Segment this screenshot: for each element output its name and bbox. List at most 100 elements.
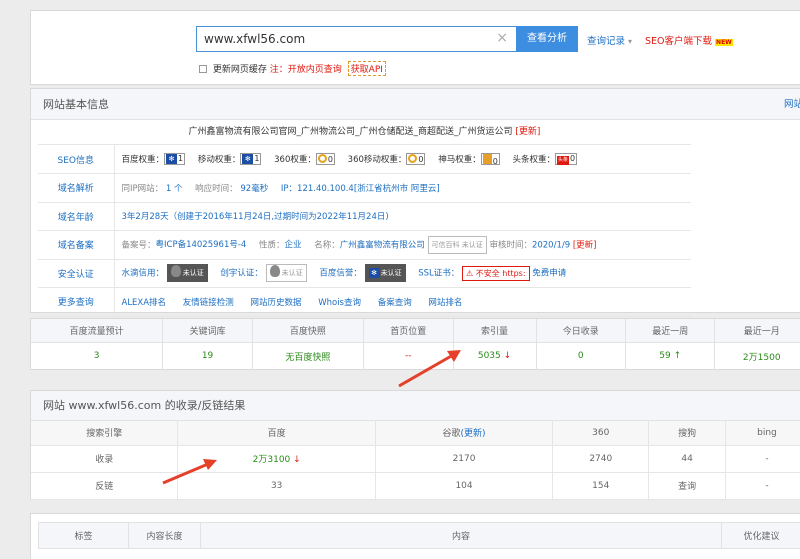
security-content: 水滴信用： 未认证 创宇认证： 未认证 百度信誉： ✻ 未认证 SSL证书： ⚠ … — [114, 259, 691, 288]
engine-header: 搜索引擎 — [31, 421, 179, 446]
whois-link[interactable]: Whois查询 — [318, 298, 361, 308]
360-backlink-value[interactable]: 154 — [552, 472, 650, 500]
icp-nature-value: 企业 — [284, 240, 302, 251]
google-update-link[interactable]: (更新) — [461, 429, 486, 439]
tag-analysis-table: 标签 内容长度 内容 优化建议 — [38, 522, 800, 549]
360-weight-badge[interactable]: 0 — [315, 153, 335, 166]
security-row: 安全认证 水滴信用： 未认证 创宇认证： 未认证 百度信誉： ✻ 未认证 SSL证… — [38, 259, 691, 288]
more-query-row: 更多查询 ALEXA排名 友情链接检测 网站历史数据 Whois查询 备案查询 … — [38, 287, 691, 317]
annotation-arrow-top — [398, 350, 461, 388]
icp-audit-value: 2020/1/9 — [531, 240, 571, 251]
analyze-button[interactable]: 查看分析 — [516, 26, 578, 52]
360-mobile-weight: 360移动权重： 0 — [348, 153, 426, 166]
chuangyu-badge[interactable]: 未认证 — [265, 264, 307, 283]
shenma-weight-label: 神马权重： — [438, 154, 481, 165]
baidu-credit-label: 百度信誉： — [319, 268, 362, 279]
annotation-arrow-bottom — [162, 459, 217, 485]
mobile-weight-label: 移动权重： — [197, 154, 241, 165]
site-rank-link[interactable]: 网站排名 — [428, 298, 462, 308]
seo-label[interactable]: SEO信息 — [38, 145, 115, 174]
trusted-wiki-badge[interactable]: 可信百科 未认证 — [427, 235, 487, 254]
friend-link-check-link[interactable]: 友情链接检测 — [183, 298, 234, 308]
shenma-weight: 神马权重： 0 — [438, 153, 500, 166]
last-week-cell: 59 ↑ — [625, 342, 716, 370]
domain-resolve-content: 同IP网站： 1 个 响应时间： 92毫秒 IP：121.40.100.4[浙江… — [114, 173, 691, 203]
more-query-links: ALEXA排名 友情链接检测 网站历史数据 Whois查询 备案查询 网站排名 — [114, 287, 691, 317]
get-api-button[interactable]: 获取API — [347, 61, 386, 76]
company-name: 广州鑫富物流有限公司官网_广州物流公司_广州仓储配送_商超配送_广州货运公司 — [188, 127, 513, 137]
company-update-link[interactable]: [更新] — [515, 127, 540, 137]
baidu-paw-icon: ✻ — [166, 154, 178, 165]
row-label: 收录 — [31, 445, 179, 473]
security-label[interactable]: 安全认证 — [38, 259, 115, 288]
response-time-label: 响应时间： — [195, 183, 238, 194]
toutiao-weight-value: 0 — [570, 154, 576, 164]
stats-header: 关键词库 — [162, 319, 253, 343]
baidu-snapshot-value[interactable]: 无百度快照 — [252, 342, 365, 370]
more-query-label[interactable]: 更多查询 — [38, 287, 115, 317]
refresh-cache-checkbox[interactable] — [199, 65, 207, 73]
search-input[interactable]: www.xfwl56.com × — [196, 26, 516, 52]
basic-info-panel: 网站基本信息 网站SE 广州鑫富物流有限公司官网_广州物流公司_广州仓储配送_商… — [30, 88, 800, 317]
icp-name-label: 名称： — [314, 240, 340, 251]
alexa-rank-link[interactable]: ALEXA排名 — [122, 298, 167, 308]
toutiao-weight-badge[interactable]: 头条 0 — [555, 153, 578, 166]
shuidi-label: 水滴信用： — [121, 268, 165, 279]
free-apply-link[interactable]: 免费申请 — [532, 269, 566, 279]
360-ring-icon — [317, 154, 327, 164]
company-title: 广州鑫富物流有限公司官网_广州物流公司_广州仓储配送_商超配送_广州货运公司 [… — [38, 120, 691, 145]
icp-update-link[interactable]: [更新] — [573, 240, 597, 250]
360-weight: 360权重： 0 — [274, 153, 335, 166]
icp-row: 域名备案 备案号：粤ICP备14025961号-4 性质：企业 名称：广州鑫富物… — [38, 230, 691, 260]
ssl-label: SSL证书： — [418, 268, 460, 279]
stats-header: 今日收录 — [536, 319, 627, 343]
clear-icon[interactable]: × — [496, 30, 508, 46]
ssl-insecure-badge[interactable]: ⚠ 不安全 https: — [462, 265, 530, 281]
tag-header: 标签 — [38, 522, 129, 549]
domain-resolve-label[interactable]: 域名解析 — [38, 173, 115, 203]
sogou-backlink-link[interactable]: 查询 — [648, 472, 726, 500]
icp-no-value[interactable]: 粤ICP备14025961号-4 — [156, 240, 247, 250]
360-mobile-weight-badge[interactable]: 0 — [406, 153, 426, 166]
baidu-weight-value: 1 — [178, 154, 184, 164]
google-header-label: 谷歌 — [442, 429, 461, 440]
basic-info-table: SEO信息 百度权重： ✻ 1 移动权重： ✻ 1 360权重： 0 360移动权重： 0 … — [38, 145, 691, 317]
baidu-traffic-value[interactable]: 3 — [31, 342, 164, 370]
360-index-value[interactable]: 2740 — [552, 445, 650, 473]
icp-label[interactable]: 域名备案 — [38, 230, 115, 260]
stats-header: 百度快照 — [252, 319, 365, 343]
domain-age-value: 3年2月28天（创建于2016年11月24日,过期时间为2022年11月24日) — [114, 202, 691, 231]
mobile-weight-badge[interactable]: ✻ 1 — [240, 153, 262, 166]
basic-info-header: 网站基本信息 网站SE — [31, 89, 800, 120]
bing-index-value: - — [725, 445, 800, 473]
shenma-weight-badge[interactable]: 0 — [480, 153, 500, 166]
site-history-link[interactable]: 网站历史数据 — [250, 298, 301, 308]
icp-query-link[interactable]: 备案查询 — [378, 298, 412, 308]
seo-client-download-link[interactable]: SEO客户端下载 NEW — [645, 33, 733, 47]
ip-address[interactable]: IP：121.40.100.4 — [281, 184, 354, 194]
bing-backlink-value: - — [725, 472, 800, 500]
response-time-value: 92毫秒 — [240, 183, 269, 194]
toutiao-icon: 头条 — [557, 156, 570, 166]
baidu-weight-badge[interactable]: ✻ 1 — [164, 153, 186, 166]
same-ip-count[interactable]: 1 个 — [166, 184, 183, 194]
keyword-count-value[interactable]: 19 — [162, 342, 253, 370]
chevron-down-icon: ▾ — [628, 37, 633, 46]
content-header: 内容 — [200, 522, 722, 549]
domain-age-label[interactable]: 域名年龄 — [38, 202, 115, 231]
baidu-credit-badge[interactable]: ✻ 未认证 — [364, 264, 406, 283]
inner-page-note: 注：开放内页查询 — [269, 65, 342, 75]
sogou-index-value[interactable]: 44 — [648, 445, 726, 473]
site-se-link[interactable]: 网站SE — [784, 89, 800, 120]
shuidi-badge[interactable]: 未认证 — [166, 264, 208, 283]
baidu-weight: 百度权重： ✻ 1 — [122, 153, 186, 166]
stats-header-row: 百度流量预计 关键词库 百度快照 首页位置 索引量 今日收录 最近一周 最近一月 — [31, 319, 800, 343]
index-count-cell[interactable]: 5035 ↓ — [453, 342, 537, 370]
baidu-paw-icon: ✻ — [368, 268, 380, 279]
google-backlink-value[interactable]: 104 — [375, 472, 554, 500]
google-index-value[interactable]: 2170 — [375, 445, 554, 473]
query-history-link[interactable]: 查询记录 ▾ — [587, 33, 632, 47]
chuangyu-badge-text: 未认证 — [281, 269, 303, 278]
index-results-table: 搜索引擎 百度 谷歌(更新) 360 搜狗 bing 收录 2万3100 ↓ 2… — [31, 421, 800, 500]
arrow-down-icon: ↓ — [503, 351, 512, 362]
